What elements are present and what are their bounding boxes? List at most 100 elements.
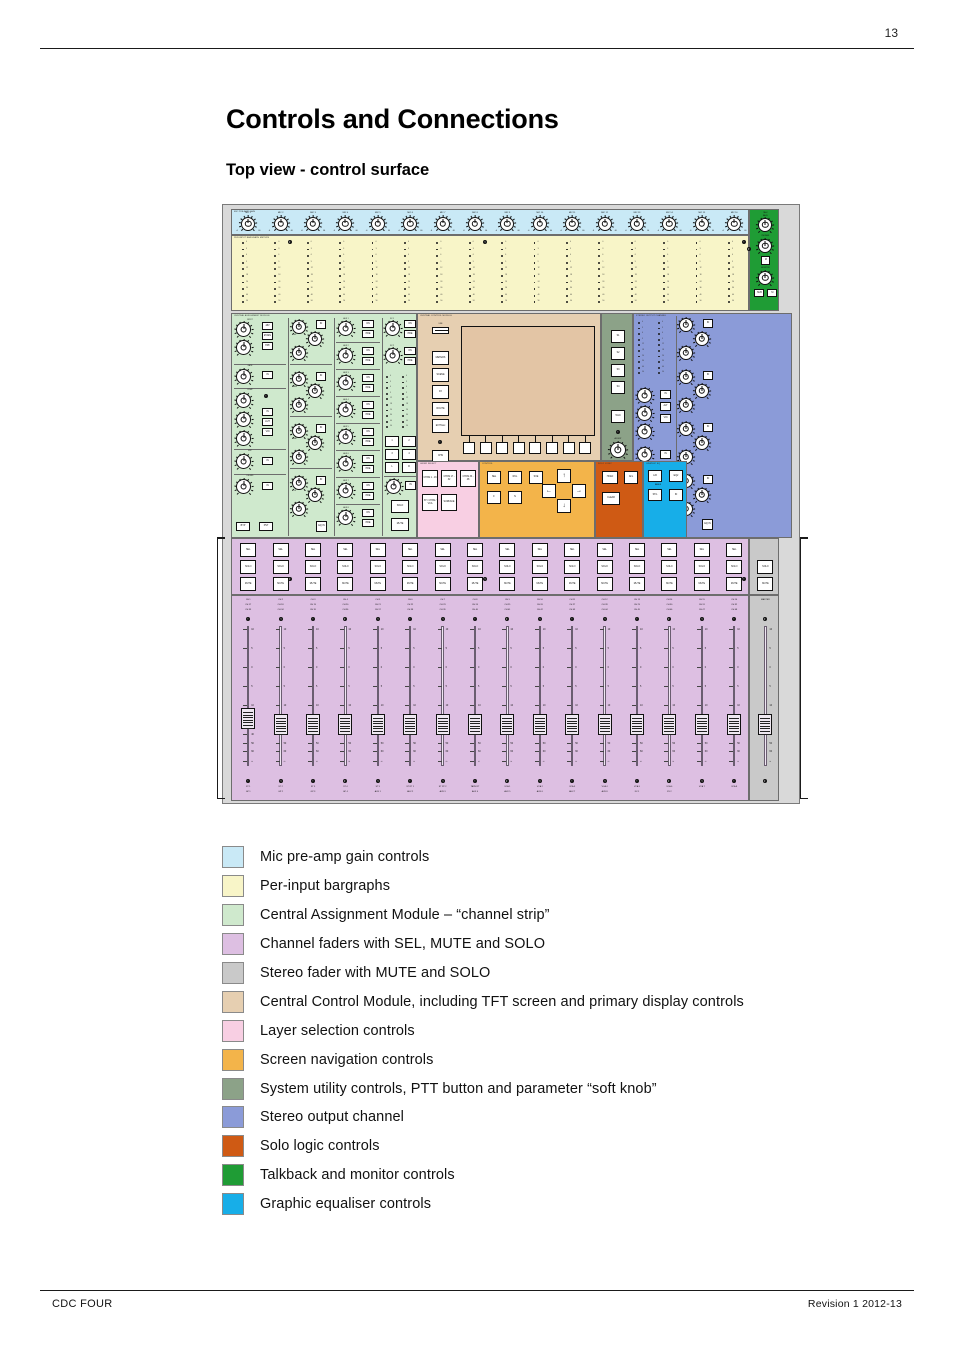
mic-gain-knob[interactable] xyxy=(433,215,452,232)
nav-up-arrow-button[interactable]: ↑ xyxy=(557,469,571,483)
aux-send-knob[interactable] xyxy=(335,508,356,526)
fader-cap[interactable] xyxy=(338,714,353,735)
stereo-eq-band-button[interactable]: IN xyxy=(703,475,713,484)
channel-mute-button[interactable]: MUTE xyxy=(434,577,451,591)
utility-s2-button[interactable]: S2 xyxy=(611,347,625,360)
fader-cap[interactable] xyxy=(565,714,580,735)
aux-on-button[interactable]: ON xyxy=(362,320,374,328)
strip-solo-button[interactable]: SOLO xyxy=(391,500,409,513)
fader-track[interactable] xyxy=(603,626,606,766)
channel-sel-button[interactable]: SEL xyxy=(240,543,257,557)
channel-mute-button[interactable]: MUTE xyxy=(467,577,483,591)
channel-sel-button[interactable]: SEL xyxy=(467,543,483,557)
channel-mute-button[interactable]: MUTE xyxy=(305,577,321,591)
routing-button-r[interactable]: R xyxy=(402,462,416,473)
channel-mute-button[interactable]: MUTE xyxy=(531,577,548,591)
eq-gain-knob[interactable] xyxy=(305,330,325,347)
eq-gain-knob[interactable] xyxy=(305,486,325,503)
soft-key-4[interactable] xyxy=(512,442,525,454)
master-solo-button[interactable]: SOLO xyxy=(757,560,774,574)
ccm-fx-button[interactable]: FX xyxy=(432,385,449,399)
nav-rcl-button[interactable]: RCL xyxy=(508,471,522,484)
fx-on-button[interactable]: ON xyxy=(404,320,416,328)
master-fader-cap[interactable] xyxy=(758,714,773,735)
exp-in-button[interactable]: IN xyxy=(262,457,273,465)
stereo-alt-button[interactable]: ALT xyxy=(660,402,671,411)
fader-cap[interactable] xyxy=(435,714,450,735)
stereo-dynamics-knob[interactable] xyxy=(634,386,655,404)
aux-send-knob[interactable] xyxy=(335,454,356,472)
aux-pre-button[interactable]: PRE xyxy=(362,384,374,392)
channel-mute-button[interactable]: MUTE xyxy=(596,577,613,591)
stereo-eq-in-button[interactable]: EQ IN xyxy=(702,519,713,530)
mic-gain-knob[interactable] xyxy=(660,215,679,232)
comp-in-button[interactable]: IN xyxy=(262,408,273,416)
stereo-eq-gain-knob[interactable] xyxy=(692,486,712,503)
comp-auto-button[interactable]: AUT xyxy=(262,418,273,426)
fader-track[interactable] xyxy=(279,626,282,766)
channel-sel-button[interactable]: SEL xyxy=(661,543,678,557)
hpf-button[interactable]: HPF xyxy=(262,342,273,350)
channel-solo-button[interactable]: SOLO xyxy=(240,560,257,574)
nav-f-button[interactable]: F xyxy=(487,491,501,504)
utility-s4-button[interactable]: S4 xyxy=(611,381,625,394)
fader-cap[interactable] xyxy=(306,714,320,735)
nav-sel-button[interactable]: SEL xyxy=(487,471,501,484)
fader-cap[interactable] xyxy=(273,714,288,735)
channel-sel-button[interactable]: SEL xyxy=(693,543,710,557)
nav-right-arrow-button[interactable]: → xyxy=(572,484,586,498)
stereo-eq-q-knob[interactable] xyxy=(676,344,696,361)
channel-sel-button[interactable]: SEL xyxy=(596,543,613,557)
monitor-mute-button[interactable]: M xyxy=(767,289,778,297)
mic-gain-knob[interactable] xyxy=(401,215,420,232)
nav-left-arrow-button[interactable]: ← xyxy=(542,484,556,498)
input-knob[interactable] xyxy=(233,320,254,338)
fader-track[interactable] xyxy=(441,626,444,766)
mic-gain-knob[interactable] xyxy=(336,215,355,232)
channel-sel-button[interactable]: SEL xyxy=(564,543,581,557)
stereo-eq-band-button[interactable]: IN xyxy=(703,371,713,380)
mic-gain-knob[interactable] xyxy=(692,215,711,232)
channel-sel-button[interactable]: SEL xyxy=(402,543,419,557)
fader-cap[interactable] xyxy=(727,714,742,735)
solo-hold-button[interactable]: HOLD xyxy=(602,471,618,484)
fader-cap[interactable] xyxy=(241,708,256,729)
eq-q-knob[interactable] xyxy=(289,448,309,465)
aux-send-knob[interactable] xyxy=(335,346,356,364)
channel-solo-button[interactable]: SOLO xyxy=(531,560,548,574)
stereo-eq-band-button[interactable]: IN xyxy=(703,423,713,432)
channel-sel-button[interactable]: SEL xyxy=(272,543,289,557)
fx-send-knob[interactable] xyxy=(382,346,403,364)
monitor-level-knob[interactable] xyxy=(756,269,775,286)
fader-track[interactable] xyxy=(473,626,477,766)
soft-key-8[interactable] xyxy=(579,442,592,454)
eq-band-in-button[interactable]: IN xyxy=(316,476,326,485)
channel-sel-button[interactable]: SEL xyxy=(629,543,645,557)
fader-track[interactable] xyxy=(538,626,542,766)
channel-solo-button[interactable]: SOLO xyxy=(499,560,516,574)
comp-knob[interactable] xyxy=(233,391,254,409)
aux-on-button[interactable]: ON xyxy=(362,455,374,463)
comp-knob[interactable] xyxy=(233,410,254,428)
stereo-eq-freq-knob[interactable] xyxy=(676,368,696,385)
tft-screen[interactable] xyxy=(461,326,595,436)
aux-send-knob[interactable] xyxy=(335,373,356,391)
aux-pre-button[interactable]: PRE xyxy=(362,465,374,473)
phones-level-knob[interactable] xyxy=(756,237,775,254)
fx-send-knob[interactable] xyxy=(382,319,403,337)
eq-in-button[interactable]: EQ IN xyxy=(316,521,327,532)
channel-mute-button[interactable]: MUTE xyxy=(272,577,289,591)
routing-button-1[interactable]: 1 xyxy=(385,436,399,447)
phantom-48v-button[interactable]: 48V xyxy=(262,322,273,330)
routing-button-l[interactable]: L xyxy=(385,462,399,473)
fx-pre-button[interactable]: PRE xyxy=(404,330,416,338)
fader-track[interactable] xyxy=(408,626,412,766)
soft-key-1[interactable] xyxy=(463,442,475,454)
aux-pre-button[interactable]: PRE xyxy=(362,330,374,338)
channel-solo-button[interactable]: SOLO xyxy=(337,560,354,574)
eq-gain-knob[interactable] xyxy=(305,382,325,399)
mic-gain-knob[interactable] xyxy=(271,215,290,232)
gate-in-button[interactable]: IN xyxy=(262,371,273,379)
stereo-level-knob[interactable] xyxy=(634,445,655,463)
fader-track[interactable] xyxy=(635,626,639,766)
